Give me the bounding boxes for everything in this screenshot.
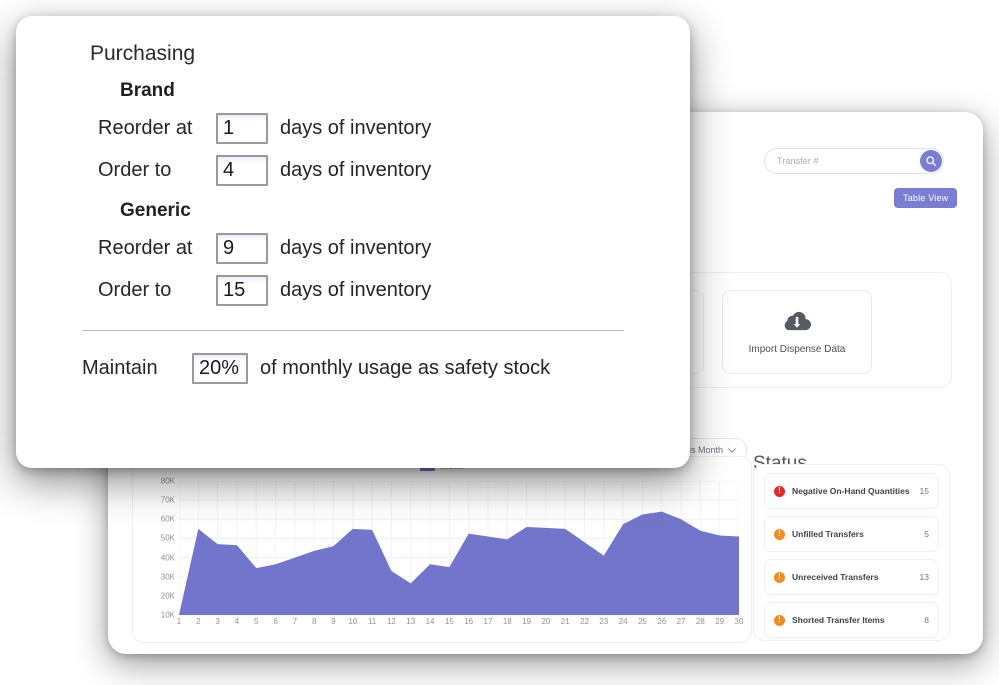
- status-item-label: Shorted Transfer Items: [792, 615, 885, 625]
- x-tick-label: 26: [657, 617, 667, 626]
- counter-area-chart-card: Counter 10K20K30K40K50K60K70K80K 1234567…: [132, 456, 752, 643]
- chevron-down-icon: [728, 445, 736, 455]
- safety-stock-input[interactable]: [192, 353, 248, 384]
- chart-x-axis: 1 2 3 4 5 6 7 8 9 10 11 12 13 14 15 16 17 18 19 20 21 22 23 24 2…: [176, 617, 744, 631]
- field-row: Reorder at days of inventory: [42, 233, 680, 264]
- x-tick-label: 2: [196, 617, 201, 626]
- search-icon: [925, 155, 937, 167]
- status-item[interactable]: ! Unfilled Transfers 5: [764, 516, 939, 552]
- status-item[interactable]: ! Shorted Transfer Items 8: [764, 602, 939, 638]
- screenshot-root: Transfer # Table View Import Dispense Da…: [0, 0, 999, 685]
- y-tick-label: 10K: [160, 610, 175, 620]
- x-tick-label: 20: [541, 617, 551, 626]
- x-tick-label: 9: [331, 617, 336, 626]
- field-label: Order to: [98, 159, 172, 181]
- status-item-count: 8: [924, 615, 929, 625]
- x-tick-label: 10: [348, 617, 358, 626]
- purchasing-settings-modal: Purchasing Brand Reorder at days of invent…: [16, 16, 690, 468]
- search-button[interactable]: [920, 150, 942, 172]
- y-tick-label: 20K: [160, 591, 175, 601]
- y-tick-label: 80K: [160, 476, 175, 486]
- y-tick-label: 30K: [160, 572, 175, 582]
- x-tick-label: 4: [234, 617, 240, 626]
- x-tick-label: 11: [367, 617, 377, 626]
- modal-title: Purchasing: [90, 42, 196, 65]
- y-tick-label: 70K: [160, 495, 175, 505]
- x-tick-label: 23: [599, 617, 609, 626]
- field-row: Order to days of inventory: [42, 275, 680, 306]
- field-label: Reorder at: [98, 117, 193, 139]
- x-tick-label: 17: [483, 617, 493, 626]
- field-suffix: days of inventory: [280, 117, 432, 139]
- modal-content: Purchasing Brand Reorder at days of invent…: [42, 30, 680, 468]
- alert-circle-icon: !: [774, 571, 785, 583]
- safety-stock-row: Maintain of monthly usage as safety stoc…: [42, 353, 680, 384]
- search-input[interactable]: Transfer #: [777, 156, 819, 166]
- x-tick-label: 6: [273, 617, 278, 626]
- x-tick-label: 16: [464, 617, 474, 626]
- x-tick-label: 29: [715, 617, 725, 626]
- safety-stock-label: Maintain: [82, 357, 158, 379]
- x-tick-label: 28: [695, 617, 705, 626]
- field-label: Order to: [98, 279, 172, 301]
- status-item[interactable]: ! Negative On-Hand Quantities 15: [764, 473, 939, 509]
- brand-order-to-input[interactable]: [216, 155, 268, 186]
- x-tick-label: 14: [425, 617, 435, 626]
- x-tick-label: 18: [502, 617, 512, 626]
- section-heading-generic: Generic: [120, 200, 191, 221]
- chart-y-axis: 10K 20K 30K 40K 50K 60K 70K 80K: [143, 477, 175, 620]
- generic-order-to-input[interactable]: [216, 275, 268, 306]
- x-tick-label: 15: [444, 617, 454, 626]
- chart-area-series-counter: [179, 481, 739, 615]
- status-item-label: Negative On-Hand Quantities: [792, 486, 910, 496]
- period-filter-value: is Month: [689, 445, 724, 455]
- transfer-search: Transfer #: [764, 148, 944, 174]
- x-tick-label: 3: [215, 617, 220, 626]
- x-tick-label: 27: [676, 617, 686, 626]
- x-tick-label: 19: [522, 617, 532, 626]
- cloud-upload-icon: [782, 309, 812, 336]
- status-item-count: 13: [919, 572, 929, 582]
- status-panel: ! Negative On-Hand Quantities 15! Unfilled …: [753, 464, 950, 641]
- import-tile-label: Import Dispense Data: [748, 344, 846, 355]
- status-item-count: 5: [924, 529, 929, 539]
- field-row: Order to days of inventory: [42, 155, 680, 186]
- generic-reorder-at-input[interactable]: [216, 233, 268, 264]
- alert-circle-icon: !: [774, 485, 785, 497]
- field-suffix: days of inventory: [280, 279, 432, 301]
- table-view-button[interactable]: Table View: [894, 188, 958, 208]
- x-tick-label: 22: [580, 617, 589, 626]
- section-heading-brand: Brand: [120, 80, 175, 101]
- chart-plot-area: 10K 20K 30K 40K 50K 60K 70K 80K 1 2 3 4 5 6 7 8 9 10 11 12…: [133, 475, 751, 642]
- field-suffix: days of inventory: [280, 159, 432, 181]
- field-suffix: days of inventory: [280, 237, 432, 259]
- alert-circle-icon: !: [774, 528, 785, 540]
- x-tick-label: 30: [734, 617, 744, 626]
- status-item-count: 15: [919, 486, 929, 496]
- purchasing-sections: BrandReorder atdays of inventoryOrder to…: [42, 66, 680, 306]
- x-tick-label: 25: [637, 617, 647, 626]
- y-tick-label: 60K: [160, 514, 175, 524]
- brand-reorder-at-input[interactable]: [216, 113, 268, 144]
- field-label: Reorder at: [98, 237, 193, 259]
- x-tick-label: 1: [176, 617, 182, 626]
- status-item-label: Unreceived Transfers: [792, 572, 879, 582]
- field-row: Reorder at days of inventory: [42, 113, 680, 144]
- x-tick-label: 21: [560, 617, 570, 626]
- y-tick-label: 40K: [160, 553, 175, 563]
- import-dispense-data-tile[interactable]: Import Dispense Data: [722, 290, 872, 374]
- x-tick-label: 24: [618, 617, 628, 626]
- x-tick-label: 7: [292, 617, 298, 626]
- safety-stock-suffix: of monthly usage as safety stock: [260, 357, 551, 379]
- alert-circle-icon: !: [774, 614, 785, 626]
- x-tick-label: 5: [254, 617, 259, 626]
- status-item-label: Unfilled Transfers: [792, 529, 864, 539]
- y-tick-label: 50K: [160, 533, 175, 543]
- x-tick-label: 12: [386, 617, 396, 626]
- search-input-wrapper[interactable]: Transfer #: [764, 148, 944, 174]
- x-tick-label: 13: [406, 617, 416, 626]
- modal-divider: [82, 330, 624, 331]
- x-tick-label: 8: [311, 617, 317, 626]
- status-item[interactable]: ! Unreceived Transfers 13: [764, 559, 939, 595]
